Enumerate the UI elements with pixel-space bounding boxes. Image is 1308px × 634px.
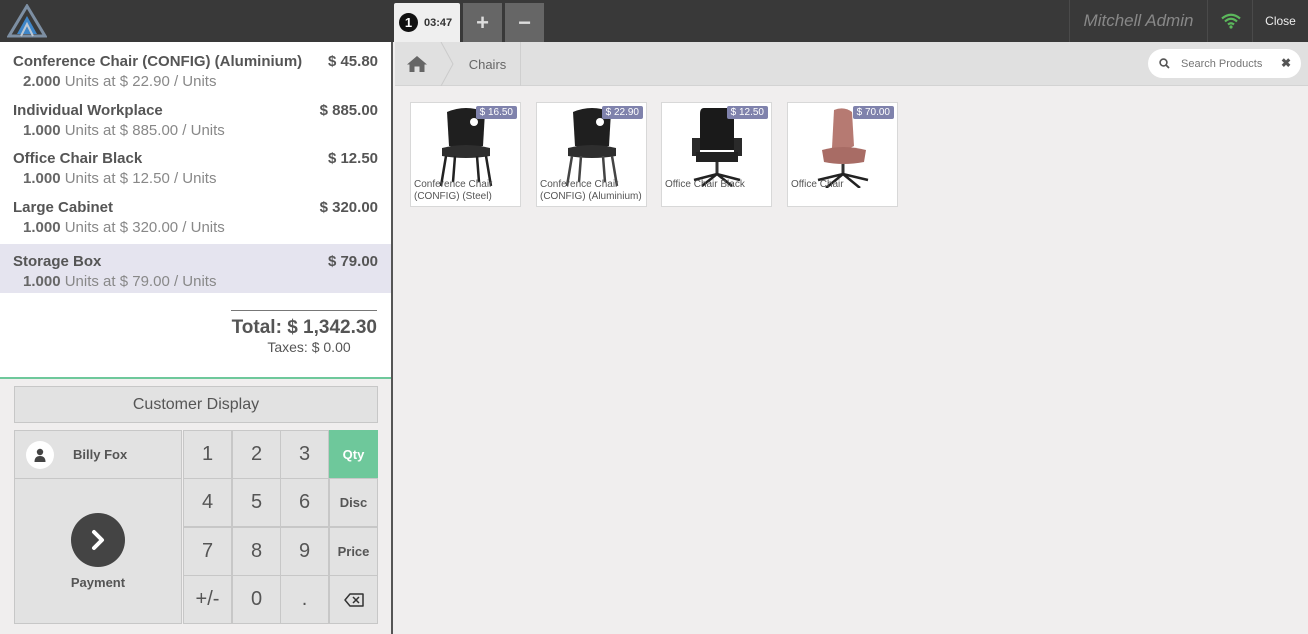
order-line-qty: 2.000 <box>23 73 61 90</box>
mode-disc-button[interactable]: Disc <box>329 478 378 527</box>
remove-order-button[interactable]: − <box>505 3 544 42</box>
numpad-key-5[interactable]: 5 <box>232 478 281 527</box>
order-line-price: $ 79.00 <box>327 253 378 270</box>
product-name: Conference Chair (CONFIG) (Aluminium) <box>540 179 642 202</box>
top-bar: 1 03:47 + − Mitchell Admin Close <box>0 0 1308 42</box>
order-time: 03:47 <box>424 16 453 29</box>
payment-label: Payment <box>70 575 126 590</box>
search-box: ✖ <box>1148 49 1301 78</box>
backspace-icon <box>343 592 364 607</box>
order-line-unit-info: Units at $ 79.00 / Units <box>60 273 217 290</box>
order-line-name: Office Chair Black <box>13 150 143 167</box>
numpad-key-4[interactable]: 4 <box>183 478 232 527</box>
order-line-info: 1.000 Units at $ 320.00 / Units <box>13 219 378 236</box>
home-icon <box>407 56 427 72</box>
wifi-status-icon[interactable] <box>1209 0 1253 42</box>
order-summary: Total: $ 1,342.30 Taxes: $ 0.00 <box>231 310 377 355</box>
order-line-info: 1.000 Units at $ 12.50 / Units <box>13 170 378 187</box>
numpad-key-3[interactable]: 3 <box>280 430 329 479</box>
order-line-price: $ 320.00 <box>319 199 378 216</box>
backspace-button[interactable] <box>329 575 378 624</box>
numpad-key-1[interactable]: 1 <box>183 430 232 479</box>
product-name: Office Chair <box>791 179 844 190</box>
product-name: Office Chair Black <box>665 179 745 190</box>
clear-search-icon[interactable]: ✖ <box>1281 56 1291 70</box>
set-customer-button[interactable]: Billy Fox <box>14 430 182 479</box>
order-line-qty: 1.000 <box>23 122 61 139</box>
home-button[interactable] <box>395 42 439 86</box>
order-line-info: 1.000 Units at $ 885.00 / Units <box>13 122 378 139</box>
numpad-key-7[interactable]: 7 <box>183 527 232 576</box>
order-line-unit-info: Units at $ 885.00 / Units <box>60 122 225 139</box>
order-line-unit-info: Units at $ 320.00 / Units <box>60 219 225 236</box>
product-card[interactable]: $ 70.00 Office Chair <box>787 102 898 207</box>
order-line-info: 1.000 Units at $ 79.00 / Units <box>13 273 378 290</box>
breadcrumb-category[interactable]: Chairs <box>455 42 521 86</box>
chevron-right-icon <box>71 513 125 567</box>
product-price-tag: $ 16.50 <box>475 106 517 119</box>
order-line-price: $ 885.00 <box>319 102 378 119</box>
order-line-selected[interactable]: Storage Box $ 79.00 1.000 Units at $ 79.… <box>0 244 391 293</box>
breadcrumb-separator <box>440 42 454 86</box>
breadcrumb: Chairs ✖ <box>395 42 1308 86</box>
order-line-unit-info: Units at $ 12.50 / Units <box>60 170 217 187</box>
add-order-button[interactable]: + <box>463 3 502 42</box>
order-line-name: Conference Chair (CONFIG) (Aluminium) <box>13 53 303 70</box>
order-line[interactable]: Individual Workplace $ 885.00 1.000 Unit… <box>0 93 391 142</box>
order-line-name: Storage Box <box>13 253 102 270</box>
order-line[interactable]: Conference Chair (CONFIG) (Aluminium) $ … <box>0 44 391 93</box>
numpad-key-plus-minus[interactable]: +/- <box>183 575 232 624</box>
product-card[interactable]: $ 12.50 Office Chair Black <box>661 102 772 207</box>
mode-price-button[interactable]: Price <box>329 527 378 576</box>
order-panel: Conference Chair (CONFIG) (Aluminium) $ … <box>0 42 393 634</box>
product-name: Conference Chair (CONFIG) (Steel) <box>414 179 493 202</box>
product-price-tag: $ 70.00 <box>852 106 894 119</box>
order-line-price: $ 12.50 <box>327 150 378 167</box>
order-number-badge: 1 <box>399 13 418 32</box>
order-line[interactable]: Office Chair Black $ 12.50 1.000 Units a… <box>0 141 391 190</box>
product-price-tag: $ 22.90 <box>601 106 643 119</box>
order-line-qty: 1.000 <box>23 219 61 236</box>
order-line-qty: 1.000 <box>23 170 61 187</box>
control-panel: Customer Display Billy Fox Payment 1 2 3 <box>0 377 391 634</box>
order-line-price: $ 45.80 <box>327 53 378 70</box>
payment-button[interactable]: Payment <box>14 478 182 624</box>
close-button[interactable]: Close <box>1253 0 1308 42</box>
order-line-unit-info: Units at $ 22.90 / Units <box>60 73 217 90</box>
search-input[interactable] <box>1181 57 1273 70</box>
order-tab[interactable]: 1 03:47 <box>394 3 460 42</box>
numpad: 1 2 3 Qty 4 5 6 Disc 7 8 9 Price +/- 0 . <box>183 430 378 625</box>
numpad-key-9[interactable]: 9 <box>280 527 329 576</box>
numpad-key-2[interactable]: 2 <box>232 430 281 479</box>
numpad-key-8[interactable]: 8 <box>232 527 281 576</box>
numpad-key-decimal[interactable]: . <box>280 575 329 624</box>
mode-qty-button[interactable]: Qty <box>329 430 378 479</box>
user-name: Mitchell Admin <box>1069 0 1208 42</box>
order-total: Total: $ 1,342.30 <box>231 317 377 338</box>
customer-name: Billy Fox <box>73 447 128 462</box>
order-line-info: 2.000 Units at $ 22.90 / Units <box>13 73 378 90</box>
product-card[interactable]: $ 22.90 Conference Chair (CONFIG) (Alumi… <box>536 102 647 207</box>
order-line-qty: 1.000 <box>23 273 61 290</box>
order-taxes: Taxes: $ 0.00 <box>267 339 351 355</box>
order-line[interactable]: Large Cabinet $ 320.00 1.000 Units at $ … <box>0 190 391 239</box>
search-icon <box>1159 58 1170 69</box>
product-price-tag: $ 12.50 <box>726 106 768 119</box>
customer-display-button[interactable]: Customer Display <box>14 386 378 423</box>
product-card[interactable]: $ 16.50 Conference Chair (CONFIG) (Steel… <box>410 102 521 207</box>
numpad-key-6[interactable]: 6 <box>280 478 329 527</box>
app-logo-icon <box>7 4 47 38</box>
numpad-key-0[interactable]: 0 <box>232 575 281 624</box>
customer-avatar-icon <box>26 440 54 469</box>
